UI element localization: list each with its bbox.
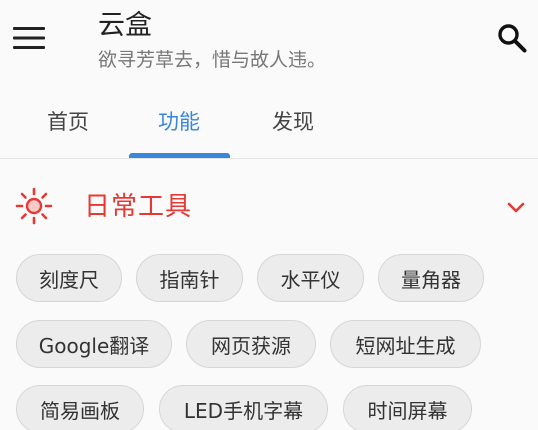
tool-chip-web-source[interactable]: 网页获源 xyxy=(186,320,316,368)
tool-chip-level[interactable]: 水平仪 xyxy=(257,254,364,302)
app-header: 云盒 欲寻芳草去，惜与故人违。 xyxy=(0,0,538,86)
section-header-daily-tools[interactable]: 日常工具 xyxy=(0,170,538,244)
tab-bar: 首页 功能 发现 xyxy=(0,86,538,159)
chevron-down-icon[interactable] xyxy=(502,194,530,222)
section-title: 日常工具 xyxy=(84,192,193,222)
search-icon xyxy=(498,24,527,53)
tab-discover[interactable]: 发现 xyxy=(243,86,343,158)
tool-chip-google-translate[interactable]: Google翻译 xyxy=(16,320,172,368)
tool-chip-compass[interactable]: 指南针 xyxy=(136,254,243,302)
tab-home[interactable]: 首页 xyxy=(18,86,118,158)
tool-chip-short-url[interactable]: 短网址生成 xyxy=(330,320,481,368)
menu-button[interactable] xyxy=(10,20,48,56)
tool-chip-led-subtitle[interactable]: LED手机字幕 xyxy=(159,385,328,430)
tool-chip-protractor[interactable]: 量角器 xyxy=(378,254,484,302)
tool-chip-ruler[interactable]: 刻度尺 xyxy=(16,254,122,302)
app-title: 云盒 xyxy=(98,10,152,41)
tab-features[interactable]: 功能 xyxy=(129,86,229,158)
tool-chip-time-screen[interactable]: 时间屏幕 xyxy=(343,385,472,430)
search-button[interactable] xyxy=(492,18,532,58)
app-root: 云盒 欲寻芳草去，惜与故人违。 首页 功能 发现 日常工具 刻度尺 指南针 水平… xyxy=(0,0,538,430)
hamburger-menu-icon xyxy=(13,27,45,49)
active-tab-indicator xyxy=(129,153,230,158)
app-subtitle: 欲寻芳草去，惜与故人违。 xyxy=(98,49,327,71)
sun-icon xyxy=(15,187,53,225)
tool-chip-drawing-board[interactable]: 简易画板 xyxy=(16,385,144,430)
